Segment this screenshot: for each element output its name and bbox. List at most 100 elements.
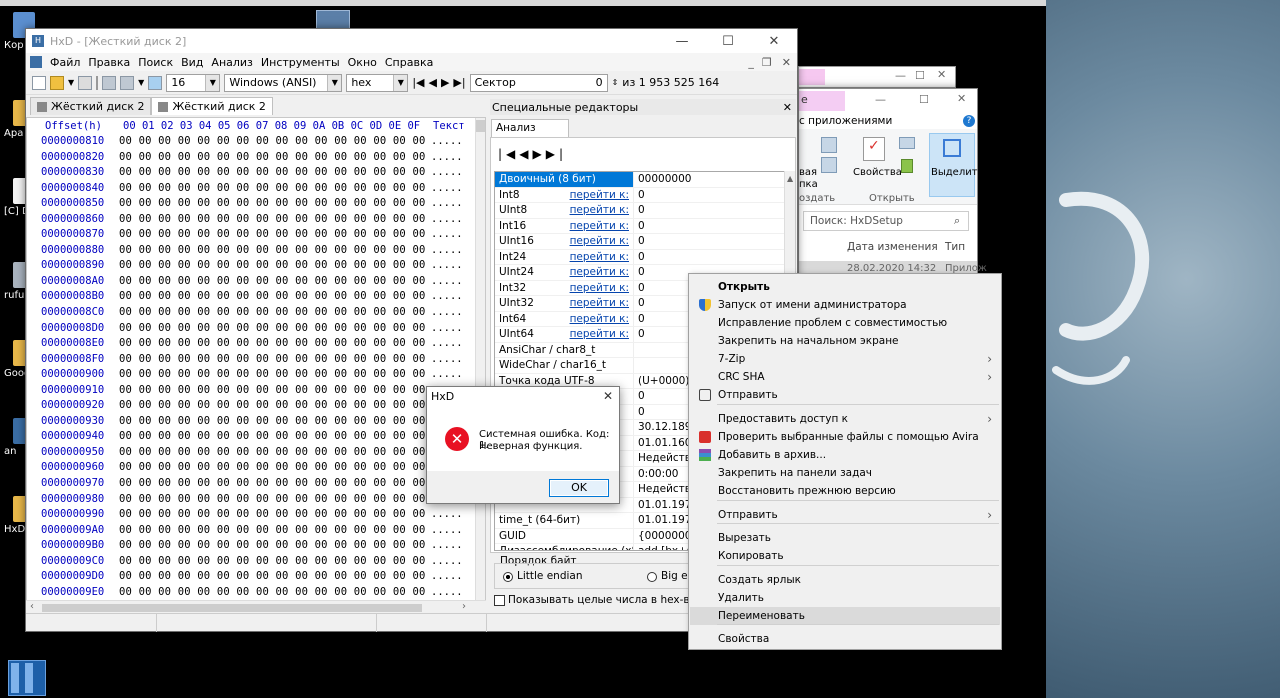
hex-bytes[interactable]: 00 00 00 00 00 00 00 00 00 00 00 00 00 0… bbox=[109, 585, 427, 601]
hex-text[interactable]: ..... bbox=[427, 554, 463, 570]
hex-text[interactable]: ..... bbox=[427, 181, 463, 197]
mdi-close-icon[interactable]: ✕ bbox=[776, 56, 797, 69]
hex-row[interactable]: 0000000930 00 00 00 00 00 00 00 00 00 00 … bbox=[27, 414, 485, 430]
last-sector-icon[interactable]: ▶| bbox=[453, 76, 465, 89]
hex-text[interactable]: ..... bbox=[427, 150, 463, 166]
ok-button[interactable]: OK bbox=[549, 479, 609, 497]
show-hex-checkbox[interactable] bbox=[494, 595, 505, 606]
chevron-down-icon[interactable]: ▼ bbox=[393, 74, 408, 91]
context-menu-item[interactable]: Отправить › bbox=[690, 506, 1000, 524]
scroll-thumb[interactable] bbox=[476, 120, 485, 132]
context-menu-item[interactable]: Запуск от имени администратора bbox=[690, 296, 1000, 314]
close-icon[interactable]: ✕ bbox=[783, 101, 796, 114]
inspector-row[interactable]: UInt16 перейти к: 0 bbox=[495, 234, 789, 250]
goto-link[interactable]: перейти к: bbox=[570, 203, 629, 218]
hex-bytes[interactable]: 00 00 00 00 00 00 00 00 00 00 00 00 00 0… bbox=[109, 569, 427, 585]
inspector-value[interactable]: 0 bbox=[633, 203, 789, 218]
menu-item[interactable]: Правка bbox=[84, 56, 134, 69]
tab-disk-2-b[interactable]: Жёсткий диск 2 bbox=[151, 97, 273, 115]
hex-bytes[interactable]: 00 00 00 00 00 00 00 00 00 00 00 00 00 0… bbox=[109, 352, 427, 368]
hex-text[interactable]: ..... bbox=[427, 538, 463, 554]
context-menu-item[interactable]: Свойства bbox=[690, 630, 1000, 648]
hex-bytes[interactable]: 00 00 00 00 00 00 00 00 00 00 00 00 00 0… bbox=[109, 492, 427, 508]
goto-link[interactable]: перейти к: bbox=[570, 327, 629, 342]
hex-row[interactable]: 00000009D0 00 00 00 00 00 00 00 00 00 00 … bbox=[27, 569, 485, 585]
open-ram-icon[interactable] bbox=[120, 75, 135, 90]
goto-link[interactable]: перейти к: bbox=[570, 234, 629, 249]
minimize-icon[interactable]: — bbox=[875, 93, 886, 106]
hex-row[interactable]: 00000009C0 00 00 00 00 00 00 00 00 00 00 … bbox=[27, 554, 485, 570]
context-menu-item[interactable]: Восстановить прежнюю версию bbox=[690, 482, 1000, 500]
hex-bytes[interactable]: 00 00 00 00 00 00 00 00 00 00 00 00 00 0… bbox=[109, 227, 427, 243]
goto-link[interactable]: перейти к: bbox=[570, 281, 629, 296]
context-menu-item[interactable]: Проверить выбранные файлы с помощью Avir… bbox=[690, 428, 1000, 446]
base-select[interactable]: hex ▼ bbox=[346, 73, 409, 92]
hex-text[interactable]: ..... bbox=[427, 352, 463, 368]
goto-link[interactable]: перейти к: bbox=[570, 265, 629, 280]
hex-bytes[interactable]: 00 00 00 00 00 00 00 00 00 00 00 00 00 0… bbox=[109, 181, 427, 197]
explorer-ribbon-tab[interactable]: с приложениями bbox=[799, 115, 892, 127]
taskbar-icon[interactable] bbox=[8, 660, 46, 696]
hex-row[interactable]: 00000009B0 00 00 00 00 00 00 00 00 00 00 … bbox=[27, 538, 485, 554]
last-icon[interactable]: ▶| bbox=[546, 147, 567, 161]
save-icon[interactable] bbox=[78, 75, 93, 90]
hex-row[interactable]: 00000008F0 00 00 00 00 00 00 00 00 00 00 … bbox=[27, 352, 485, 368]
hex-bytes[interactable]: 00 00 00 00 00 00 00 00 00 00 00 00 00 0… bbox=[109, 383, 427, 399]
error-dialog[interactable]: HxD ✕ ✕ Системная ошибка. Код: 1. Неверн… bbox=[426, 386, 620, 504]
hex-bytes[interactable]: 00 00 00 00 00 00 00 00 00 00 00 00 00 0… bbox=[109, 258, 427, 274]
mdi-minimize-icon[interactable]: _ bbox=[744, 56, 758, 69]
new-item-icon[interactable] bbox=[821, 157, 837, 173]
inspector-value[interactable]: 0 bbox=[633, 234, 789, 249]
hex-row[interactable]: 00000008D0 00 00 00 00 00 00 00 00 00 00 … bbox=[27, 321, 485, 337]
inspector-row[interactable]: Int16 перейти к: 0 bbox=[495, 218, 789, 234]
context-menu-item[interactable]: Переименовать bbox=[690, 607, 1000, 625]
open-dropdown-icon[interactable]: ▼ bbox=[68, 78, 74, 87]
hex-row[interactable]: 0000000920 00 00 00 00 00 00 00 00 00 00 … bbox=[27, 398, 485, 414]
hex-text[interactable]: ..... bbox=[427, 196, 463, 212]
hex-bytes[interactable]: 00 00 00 00 00 00 00 00 00 00 00 00 00 0… bbox=[109, 274, 427, 290]
context-menu-item[interactable]: Добавить в архив... bbox=[690, 446, 1000, 464]
hex-row[interactable]: 0000000880 00 00 00 00 00 00 00 00 00 00 … bbox=[27, 243, 485, 259]
hex-bytes[interactable]: 00 00 00 00 00 00 00 00 00 00 00 00 00 0… bbox=[109, 476, 427, 492]
hex-row[interactable]: 0000000850 00 00 00 00 00 00 00 00 00 00 … bbox=[27, 196, 485, 212]
hex-bytes[interactable]: 00 00 00 00 00 00 00 00 00 00 00 00 00 0… bbox=[109, 196, 427, 212]
context-menu-item[interactable]: Вырезать bbox=[690, 529, 1000, 547]
hex-horizontal-scrollbar[interactable]: ‹ › bbox=[26, 600, 486, 614]
hex-bytes[interactable]: 00 00 00 00 00 00 00 00 00 00 00 00 00 0… bbox=[109, 554, 427, 570]
sector-input[interactable]: Сектор 0 bbox=[469, 73, 608, 92]
minimize-icon[interactable]: — bbox=[895, 69, 906, 82]
menu-item[interactable]: Поиск bbox=[134, 56, 177, 69]
history-icon[interactable] bbox=[901, 159, 913, 173]
hex-row[interactable]: 0000000940 00 00 00 00 00 00 00 00 00 00 … bbox=[27, 429, 485, 445]
hex-row[interactable]: 0000000990 00 00 00 00 00 00 00 00 00 00 … bbox=[27, 507, 485, 523]
explorer-search-box[interactable]: Поиск: HxDSetup ⌕ bbox=[803, 211, 969, 231]
hscroll-thumb[interactable] bbox=[42, 604, 422, 612]
maximize-icon[interactable]: ☐ bbox=[919, 93, 929, 106]
search-input[interactable]: Поиск: HxDSetup bbox=[810, 215, 903, 227]
hex-row[interactable]: 00000009E0 00 00 00 00 00 00 00 00 00 00 … bbox=[27, 585, 485, 601]
minimize-icon[interactable]: — bbox=[659, 29, 705, 53]
context-menu-item[interactable]: Исправление проблем с совместимостью bbox=[690, 314, 1000, 332]
hex-bytes[interactable]: 00 00 00 00 00 00 00 00 00 00 00 00 00 0… bbox=[109, 429, 427, 445]
hex-bytes[interactable]: 00 00 00 00 00 00 00 00 00 00 00 00 00 0… bbox=[109, 398, 427, 414]
hex-bytes[interactable]: 00 00 00 00 00 00 00 00 00 00 00 00 00 0… bbox=[109, 538, 427, 554]
hex-text[interactable]: ..... bbox=[427, 305, 463, 321]
context-menu-item[interactable]: Предоставить доступ к › bbox=[690, 410, 1000, 428]
hex-vertical-scrollbar[interactable] bbox=[475, 118, 485, 612]
maximize-icon[interactable]: ☐ bbox=[705, 29, 751, 53]
hex-bytes[interactable]: 00 00 00 00 00 00 00 00 00 00 00 00 00 0… bbox=[109, 212, 427, 228]
ram-dropdown-icon[interactable]: ▼ bbox=[138, 78, 144, 87]
hex-text[interactable]: ..... bbox=[427, 569, 463, 585]
hex-text[interactable]: ..... bbox=[427, 367, 463, 383]
desktop-icon-top[interactable] bbox=[316, 10, 350, 30]
hex-bytes[interactable]: 00 00 00 00 00 00 00 00 00 00 00 00 00 0… bbox=[109, 414, 427, 430]
hex-bytes[interactable]: 00 00 00 00 00 00 00 00 00 00 00 00 00 0… bbox=[109, 165, 427, 181]
hex-text[interactable]: ..... bbox=[427, 507, 463, 523]
next-sector-icon[interactable]: ▶ bbox=[441, 76, 449, 89]
hex-row[interactable]: 0000000890 00 00 00 00 00 00 00 00 00 00 … bbox=[27, 258, 485, 274]
menu-item[interactable]: Окно bbox=[344, 56, 381, 69]
hex-row[interactable]: 0000000900 00 00 00 00 00 00 00 00 00 00 … bbox=[27, 367, 485, 383]
explorer-window[interactable]: е — ☐ ✕ с приложениями ? вая пка ✓ Свойс… bbox=[798, 88, 987, 288]
select-button[interactable]: Выделить bbox=[931, 167, 983, 178]
help-icon[interactable]: ? bbox=[963, 115, 975, 127]
